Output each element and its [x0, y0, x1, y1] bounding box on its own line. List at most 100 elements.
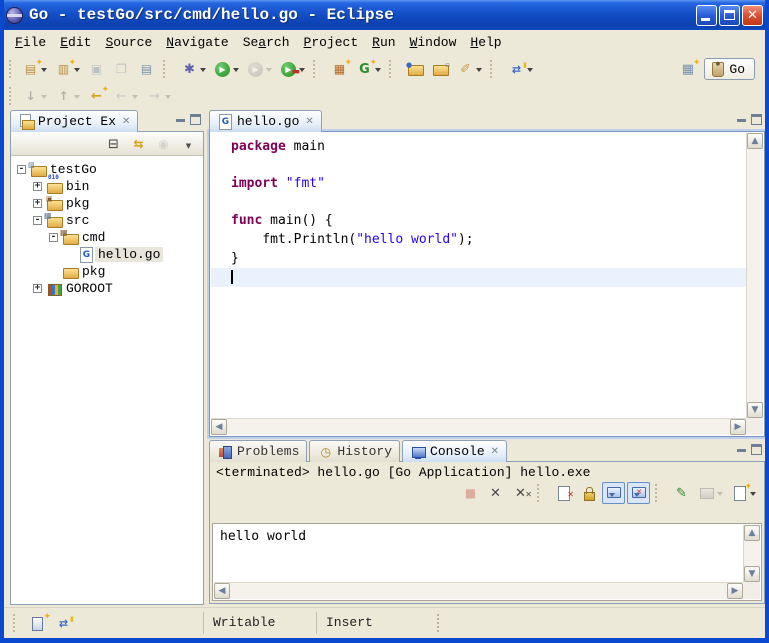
- main-toolbar: [4, 54, 765, 108]
- tab-project-explorer[interactable]: Project Ex ✕: [10, 110, 138, 132]
- dropdown-arrow-icon[interactable]: [233, 68, 239, 75]
- new-project-button[interactable]: [328, 58, 351, 80]
- dropdown-arrow-icon[interactable]: [527, 68, 533, 75]
- terminate-button: [459, 482, 482, 504]
- console-output[interactable]: hello world ▲ ▼ ◀ ▶: [212, 523, 762, 601]
- expand-expander-icon[interactable]: +: [33, 199, 42, 208]
- fast-view-icon[interactable]: [30, 615, 47, 631]
- show-stderr-button[interactable]: [627, 482, 650, 504]
- menu-help[interactable]: Help: [463, 32, 508, 53]
- close-tab-icon[interactable]: ✕: [491, 446, 499, 457]
- link-editor-button[interactable]: [127, 133, 150, 155]
- view-menu-button[interactable]: [177, 133, 200, 155]
- open-folder-button[interactable]: [429, 58, 452, 80]
- close-tab-icon[interactable]: ✕: [122, 116, 130, 127]
- eclipse-window: Go - testGo/src/cmd/hello.go - Eclipse ✕…: [0, 0, 769, 643]
- menu-search[interactable]: Search: [236, 32, 297, 53]
- go-perspective-button[interactable]: Go: [704, 58, 755, 80]
- tab-console[interactable]: Console✕: [402, 440, 507, 462]
- console-vertical-scrollbar[interactable]: ▲ ▼: [743, 525, 760, 582]
- panel-minimize-icon[interactable]: [176, 119, 185, 122]
- scroll-down-icon[interactable]: ▼: [744, 566, 760, 582]
- tree-item-hello-go[interactable]: hello.go: [11, 246, 203, 263]
- open-resource-button[interactable]: [404, 58, 427, 80]
- search-button[interactable]: [454, 58, 485, 80]
- editor-vertical-scrollbar[interactable]: ▲ ▼: [746, 133, 763, 418]
- debug-button[interactable]: [178, 58, 209, 80]
- scroll-down-icon[interactable]: ▼: [747, 402, 763, 418]
- scroll-right-icon[interactable]: ▶: [727, 583, 743, 599]
- panel-minimize-icon[interactable]: [737, 449, 746, 452]
- external-tools-button[interactable]: [277, 58, 308, 81]
- console-horizontal-scrollbar[interactable]: ◀ ▶: [214, 582, 743, 599]
- clear-console-button[interactable]: [552, 482, 575, 504]
- go-new-button[interactable]: [353, 58, 384, 80]
- print-button[interactable]: [135, 58, 158, 80]
- scroll-lock-button[interactable]: [577, 482, 600, 504]
- remove-launch-button[interactable]: [484, 482, 507, 504]
- tree-item-cmd[interactable]: -cmd: [11, 229, 203, 246]
- close-button[interactable]: ✕: [742, 5, 763, 26]
- project-tree: -testGo + bin+pkg-src-cmdhello.gopkg+GOROO…: [11, 157, 203, 604]
- menu-project[interactable]: Project: [297, 32, 366, 53]
- remove-all-terminated-button[interactable]: [509, 482, 532, 504]
- panel-minimize-icon[interactable]: [737, 119, 746, 122]
- expand-expander-icon[interactable]: +: [33, 182, 42, 191]
- tree-item-goroot[interactable]: +GOROOT: [11, 280, 203, 297]
- tree-item-label: bin: [63, 179, 92, 194]
- collapse-expander-icon[interactable]: -: [33, 216, 42, 225]
- open-perspective-button[interactable]: [676, 58, 699, 80]
- go-file-icon: [217, 114, 234, 130]
- tree-item-pkg[interactable]: pkg: [11, 263, 203, 280]
- editor-body: package main import "fmt" func main() { …: [209, 131, 765, 437]
- tab-label: History: [337, 444, 392, 459]
- tab-history[interactable]: History: [309, 440, 400, 462]
- switch-editor-button[interactable]: [505, 58, 536, 80]
- code-editor[interactable]: package main import "fmt" func main() { …: [211, 133, 746, 418]
- search-icon: [457, 61, 474, 77]
- open-console-button[interactable]: [728, 482, 759, 504]
- new-button[interactable]: [19, 58, 50, 80]
- dropdown-arrow-icon[interactable]: [200, 68, 206, 75]
- maximize-button[interactable]: [719, 5, 740, 26]
- scroll-right-icon[interactable]: ▶: [730, 419, 746, 435]
- minimize-button[interactable]: [696, 5, 717, 26]
- tree-item-testgo[interactable]: -testGo: [11, 161, 203, 178]
- tree-item-bin[interactable]: + bin: [11, 178, 203, 195]
- panel-maximize-icon[interactable]: [190, 114, 201, 125]
- tree-item-pkg[interactable]: +pkg: [11, 195, 203, 212]
- run-history-button: [244, 58, 275, 81]
- last-edit-location-button[interactable]: [85, 85, 108, 107]
- tree-item-src[interactable]: -src: [11, 212, 203, 229]
- panel-maximize-icon[interactable]: [751, 114, 762, 125]
- close-tab-icon[interactable]: ✕: [305, 116, 313, 127]
- window-controls: ✕: [696, 5, 763, 26]
- pin-console-button[interactable]: [670, 482, 693, 504]
- menu-edit[interactable]: Edit: [53, 32, 98, 53]
- dropdown-arrow-icon[interactable]: [476, 68, 482, 75]
- menu-file[interactable]: File: [8, 32, 53, 53]
- eclipse-logo-icon: [6, 7, 23, 24]
- collapse-all-button[interactable]: [102, 133, 125, 155]
- perspective-switch-icon[interactable]: [55, 615, 72, 631]
- new-go-button[interactable]: [52, 58, 83, 80]
- expand-expander-icon[interactable]: +: [33, 284, 42, 293]
- tab-problems[interactable]: Problems: [209, 440, 307, 462]
- menu-source[interactable]: Source: [98, 32, 159, 53]
- scroll-left-icon[interactable]: ◀: [214, 583, 230, 599]
- tab-hello-go[interactable]: hello.go ✕: [209, 110, 322, 132]
- scroll-left-icon[interactable]: ◀: [211, 419, 227, 435]
- editor-horizontal-scrollbar[interactable]: ◀ ▶: [211, 418, 746, 435]
- collapse-expander-icon[interactable]: -: [17, 165, 26, 174]
- scroll-up-icon[interactable]: ▲: [747, 133, 763, 149]
- run-button[interactable]: [211, 58, 242, 81]
- scroll-up-icon[interactable]: ▲: [744, 525, 760, 541]
- collapse-expander-icon[interactable]: -: [49, 233, 58, 242]
- panel-maximize-icon[interactable]: [751, 444, 762, 455]
- show-stdout-button[interactable]: [602, 482, 625, 504]
- terminate-icon: [462, 485, 479, 501]
- menu-navigate[interactable]: Navigate: [159, 32, 235, 53]
- clear-console-icon: [555, 485, 572, 501]
- menu-run[interactable]: Run: [365, 32, 402, 53]
- menu-window[interactable]: Window: [403, 32, 464, 53]
